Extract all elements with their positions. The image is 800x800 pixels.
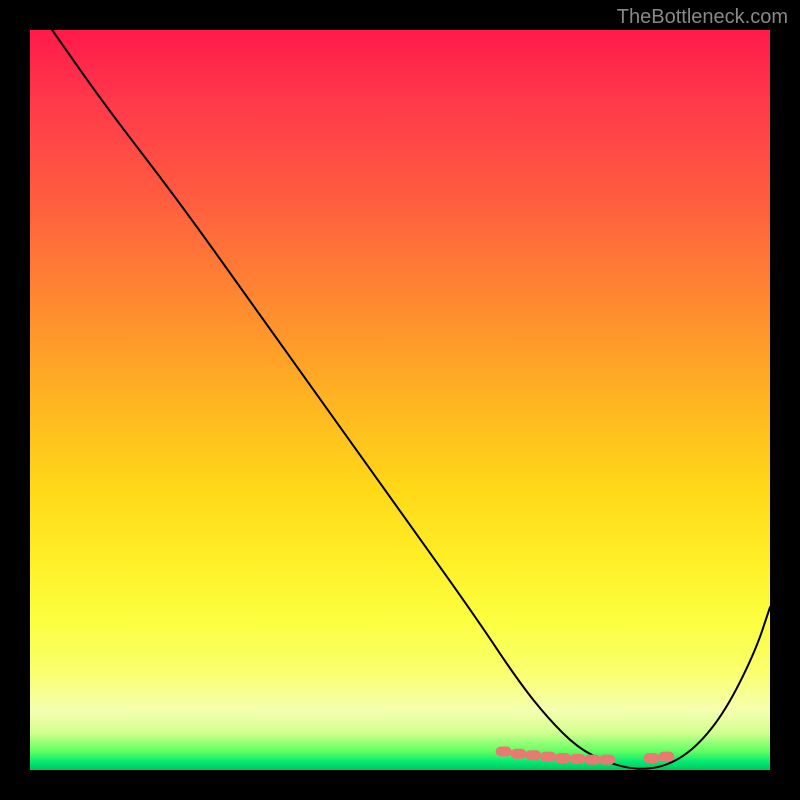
- highlight-marker: [658, 752, 674, 762]
- highlight-marker: [570, 754, 586, 764]
- highlight-marker: [555, 753, 571, 763]
- highlight-marker: [496, 747, 512, 757]
- highlight-marker: [525, 750, 541, 760]
- highlight-marker: [644, 753, 660, 763]
- highlight-marker: [599, 755, 615, 765]
- highlight-marker: [540, 752, 556, 762]
- highlight-markers: [496, 747, 675, 765]
- highlight-marker: [510, 749, 526, 759]
- chart-overlay: [30, 30, 770, 770]
- watermark-text: TheBottleneck.com: [617, 6, 788, 29]
- bottleneck-curve: [52, 30, 770, 769]
- plot-area: [30, 30, 770, 770]
- highlight-marker: [584, 755, 600, 765]
